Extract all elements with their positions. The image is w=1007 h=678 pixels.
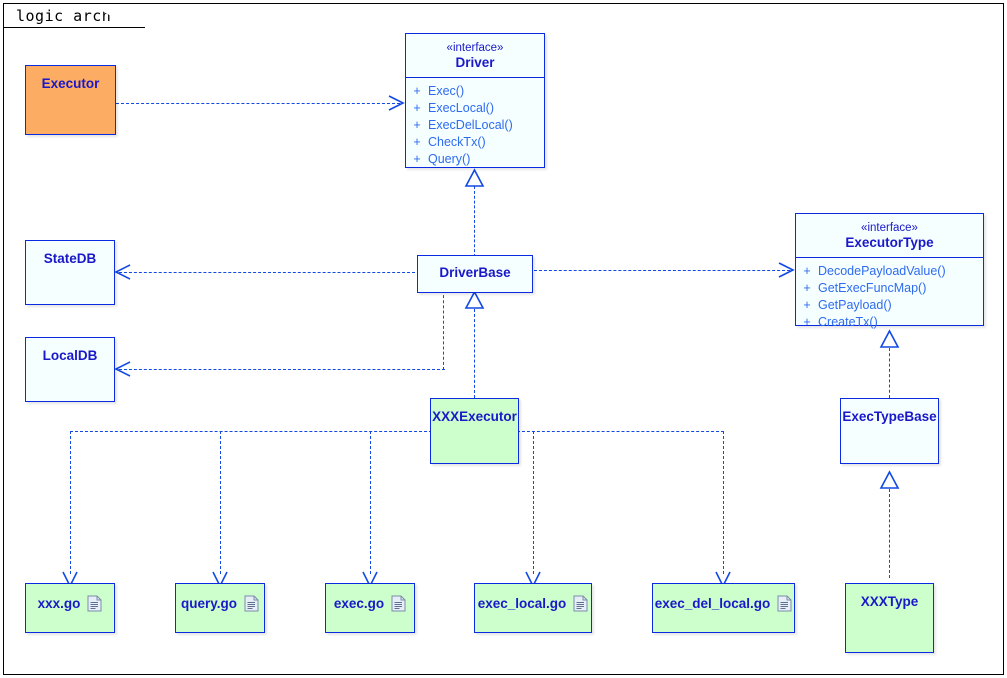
connector-xxxtype-extends-exectypebase [889,489,890,578]
executortype-operation: + CreateTx() [796,314,983,331]
executortype-name: ExecutorType [845,235,934,250]
connector-branch-xxx-go [70,431,71,574]
node-xxxtype-label: XXXType [860,594,919,609]
document-icon [244,595,259,612]
connector-branch-exec-del-local-go [723,431,724,574]
file-label: xxx.go [37,596,81,611]
visibility: + [803,281,811,295]
operation-name: ExecLocal() [428,101,494,115]
file-label: exec.go [333,596,385,611]
executortype-stereotype: «interface» [861,222,918,234]
node-file-query-go[interactable]: query.go [175,583,265,633]
node-executor[interactable]: Executor [25,65,116,135]
driver-stereotype: «interface» [446,42,504,54]
driver-operation: + CheckTx() [406,134,544,151]
operation-name: GetExecFuncMap() [818,281,927,295]
arrowhead-triangle-exectypebase [879,470,900,489]
executortype-operation: + GetExecFuncMap() [796,280,983,297]
file-row: query.go [181,595,259,612]
diagram-canvas: logic arch Executor «interface» Driver +… [0,0,1007,678]
frame-tab-label: logic arch [16,6,112,25]
visibility: + [803,298,811,312]
file-label: exec_del_local.go [654,596,771,611]
document-icon [391,595,406,612]
node-exectypebase-label: ExecTypeBase [842,409,937,424]
arrowhead-open-localdb [114,361,131,377]
connector-xxxexecutor-extends-driverbase [474,309,475,398]
connector-exectypebase-realizes-executortype [889,348,890,398]
node-driver-interface[interactable]: «interface» Driver + Exec() + ExecLocal(… [405,33,545,168]
file-row: exec_local.go [478,595,589,612]
node-file-exec-go[interactable]: exec.go [325,583,415,633]
connector-xxxexecutor-bus-left [70,431,432,432]
connector-driverbase-to-localdb-vertical [443,290,444,370]
operation-name: ExecDelLocal() [428,118,513,132]
file-label: query.go [180,596,237,611]
node-xxxexecutor[interactable]: XXXExecutor [430,398,519,464]
node-statedb[interactable]: StateDB [25,240,115,305]
driver-operation: + Exec() [406,83,544,100]
frame-tab-corner-icon [103,3,129,28]
visibility: + [413,152,421,166]
arrowhead-open-executortype [778,262,795,278]
visibility: + [803,264,811,278]
visibility: + [413,101,421,115]
node-statedb-label: StateDB [43,251,97,266]
executortype-operation: + GetPayload() [796,297,983,314]
connector-branch-exec-local-go [533,431,534,574]
document-icon [573,595,588,612]
node-exectypebase[interactable]: ExecTypeBase [840,398,939,464]
node-executortype-interface[interactable]: «interface» ExecutorType + DecodePayload… [795,213,984,329]
node-driverbase-label: DriverBase [439,265,511,280]
visibility: + [413,135,421,149]
connector-driverbase-realizes-driver [474,186,475,257]
operation-name: CreateTx() [818,315,878,329]
operation-name: CheckTx() [428,135,486,149]
visibility: + [413,84,421,98]
file-row: exec.go [334,595,406,612]
arrowhead-open-statedb [114,264,131,280]
node-driverbase[interactable]: DriverBase [417,255,533,293]
driver-name: Driver [455,55,495,70]
executortype-header: «interface» ExecutorType [796,214,983,258]
driver-operations: + Exec() + ExecLocal() + ExecDelLocal() … [406,78,544,173]
arrowhead-open-executor-driver [388,95,405,111]
visibility: + [413,118,421,132]
connector-driverbase-to-executortype [534,270,790,271]
node-xxxexecutor-label: XXXExecutor [432,409,517,424]
connector-branch-query-go [220,431,221,574]
visibility: + [803,315,811,329]
connector-driverbase-to-localdb-horizontal [119,369,445,370]
node-localdb[interactable]: LocalDB [25,337,115,402]
operation-name: DecodePayloadValue() [818,264,946,278]
connector-branch-exec-go [370,431,371,574]
document-icon [777,595,792,612]
document-icon [87,595,102,612]
node-localdb-label: LocalDB [42,348,98,363]
executortype-operation: + DecodePayloadValue() [796,263,983,280]
connector-executor-to-driver [116,103,400,104]
node-file-exec-local-go[interactable]: exec_local.go [474,583,592,633]
operation-name: Query() [428,152,471,166]
node-xxxtype[interactable]: XXXType [845,583,934,653]
connector-xxxexecutor-bus-right [517,431,724,432]
driver-operation: + ExecDelLocal() [406,117,544,134]
file-row: exec_del_local.go [655,595,793,612]
file-label: exec_local.go [477,596,567,611]
operation-name: GetPayload() [818,298,892,312]
driver-operation: + Query() [406,151,544,168]
driver-operation: + ExecLocal() [406,100,544,117]
file-row: xxx.go [38,595,103,612]
node-file-xxx-go[interactable]: xxx.go [25,583,115,633]
connector-driverbase-to-statedb [119,272,415,273]
node-file-exec-del-local-go[interactable]: exec_del_local.go [652,583,795,633]
operation-name: Exec() [428,84,465,98]
arrowhead-triangle-driverbase [464,290,485,309]
executortype-operations: + DecodePayloadValue() + GetExecFuncMap(… [796,258,983,336]
driver-header: «interface» Driver [406,34,544,78]
node-executor-label: Executor [41,76,100,91]
